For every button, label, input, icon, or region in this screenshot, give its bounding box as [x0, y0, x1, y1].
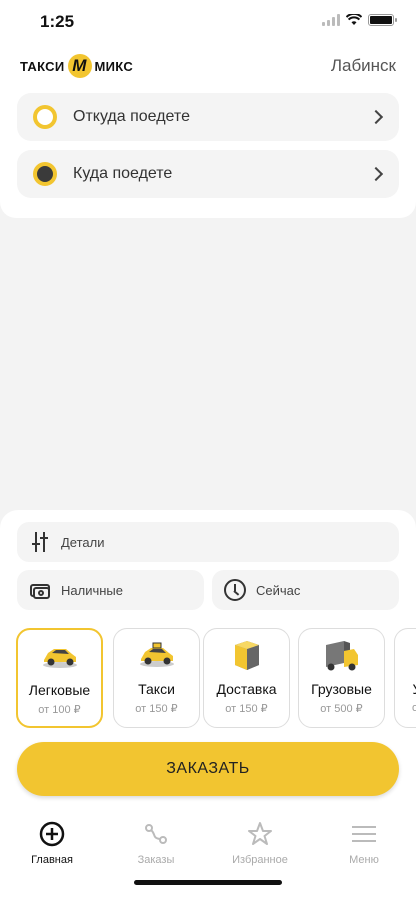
- taxi-car-icon: [139, 642, 174, 667]
- battery-icon: [368, 14, 397, 26]
- tariff-title: У: [395, 681, 416, 697]
- tab-home[interactable]: Главная: [0, 820, 104, 866]
- status-bar: 1:25: [0, 0, 416, 46]
- plus-circle-icon: [38, 820, 66, 848]
- from-address-label: Откуда поедете: [73, 108, 190, 125]
- tariff-title: Грузовые: [311, 681, 372, 697]
- city-selector[interactable]: Лабинск: [331, 56, 396, 76]
- tab-menu[interactable]: Меню: [312, 820, 416, 866]
- origin-marker-icon: [33, 105, 57, 129]
- tariff-card-delivery[interactable]: Доставка от 150 ₽: [203, 628, 290, 728]
- star-icon: [246, 820, 274, 848]
- tariff-title: Такси: [138, 681, 175, 697]
- tariff-title: Легковые: [28, 682, 91, 698]
- sliders-icon: [29, 531, 51, 553]
- chevron-right-icon: [368, 109, 384, 125]
- details-label: Детали: [61, 534, 105, 550]
- payment-button[interactable]: Наличные: [17, 570, 204, 610]
- tab-favorites[interactable]: Избранное: [208, 820, 312, 866]
- tariff-card-cars[interactable]: Легковые от 100 ₽: [16, 628, 103, 728]
- tariff-title: Доставка: [216, 681, 277, 697]
- tariff-card-trucks[interactable]: Грузовые от 500 ₽: [298, 628, 385, 728]
- route-icon: [142, 820, 170, 848]
- home-indicator: [134, 880, 282, 885]
- to-address-label: Куда поедете: [73, 165, 173, 182]
- top-panel: ТАКСИ М МИКС Лабинск Откуда поедете Куда…: [0, 46, 416, 218]
- signal-icon: [322, 14, 340, 26]
- tariff-price: от 100 ₽: [38, 704, 81, 716]
- cash-icon: [29, 579, 51, 601]
- details-button[interactable]: Детали: [17, 522, 399, 562]
- tariff-list: Легковые от 100 ₽ Такси от 150 ₽ Доставк…: [0, 628, 416, 728]
- app-logo: ТАКСИ М МИКС: [20, 54, 133, 78]
- tariff-price: от 500 ₽: [320, 703, 363, 715]
- tab-label: Главная: [31, 854, 73, 866]
- destination-marker-icon: [33, 162, 57, 186]
- wifi-icon: [346, 14, 362, 25]
- order-button[interactable]: ЗАКАЗАТЬ: [17, 742, 399, 796]
- delivery-box-icon: [234, 641, 259, 670]
- tab-label: Заказы: [137, 854, 175, 866]
- tab-orders[interactable]: Заказы: [104, 820, 208, 866]
- tariff-price: о: [411, 702, 416, 714]
- to-address-field[interactable]: Куда поедете: [17, 150, 399, 198]
- payment-label: Наличные: [61, 582, 123, 598]
- time-button[interactable]: Сейчас: [212, 570, 399, 610]
- tariff-card-taxi[interactable]: Такси от 150 ₽: [113, 628, 200, 728]
- status-time: 1:25: [40, 12, 75, 31]
- logo-badge: М: [67, 54, 92, 78]
- menu-icon: [350, 820, 378, 848]
- order-sheet: Детали Наличные Сейчас Легковые от 100 ₽: [0, 510, 416, 806]
- tab-label: Избранное: [232, 854, 288, 866]
- chevron-right-icon: [368, 166, 384, 182]
- yellow-car-icon: [42, 649, 77, 668]
- tariff-price: от 150 ₽: [135, 703, 178, 715]
- from-address-field[interactable]: Откуда поедете: [17, 93, 399, 141]
- status-icons: [322, 14, 397, 26]
- tab-bar: Главная Заказы Избранное Меню: [0, 806, 416, 900]
- time-label: Сейчас: [256, 582, 301, 598]
- tariff-card-partial[interactable]: У о: [394, 628, 416, 728]
- tariff-price: от 150 ₽: [225, 703, 268, 715]
- logo-text-right: МИКС: [94, 58, 134, 74]
- logo-text-left: ТАКСИ: [20, 58, 65, 74]
- clock-icon: [224, 579, 246, 601]
- tab-label: Меню: [349, 854, 379, 866]
- truck-icon: [325, 641, 358, 671]
